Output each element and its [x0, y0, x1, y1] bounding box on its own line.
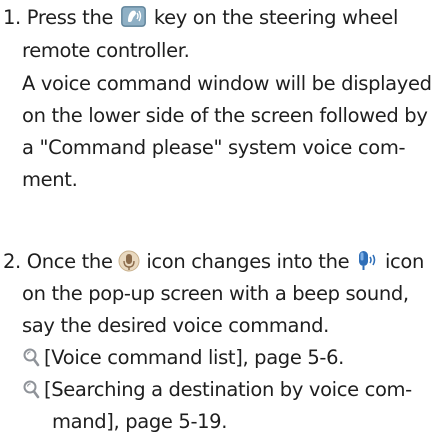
microphone-active-icon — [355, 249, 379, 273]
reference-magnifier-icon — [22, 379, 40, 399]
step-1-line-2: remote controller. — [22, 39, 190, 62]
reference-searching-destination-continuation: mand], page 5-19. — [52, 410, 228, 433]
step-2-first-line: 2. Once the icon changes into the icon — [3, 249, 424, 275]
reference-searching-destination[interactable]: [Searching a destination by voice com- — [22, 378, 412, 404]
reference-magnifier-icon — [22, 347, 40, 367]
step-2-line-2: on the pop-up screen with a beep sound, — [22, 282, 409, 305]
microphone-idle-icon — [118, 249, 140, 273]
step-2-text-a: Once the — [26, 250, 113, 273]
step-2-text-c: icon — [384, 250, 425, 273]
step-2-line-3: say the desired voice command. — [22, 314, 329, 337]
step-1-line-3: A voice command window will be displayed — [22, 72, 432, 95]
step-1-number: 1. — [3, 6, 21, 29]
step-2-text-b: icon changes into the — [146, 250, 350, 273]
step-1-line-6: ment. — [22, 168, 78, 191]
step-1-first-line: 1. Press the key on the steering wheel — [3, 6, 398, 32]
step-2-number: 2. — [3, 250, 21, 273]
voice-key-icon — [121, 6, 146, 27]
reference-voice-command-list[interactable]: [Voice command list], page 5-6. — [22, 346, 344, 372]
step-1-line-4: on the lower side of the screen followed… — [22, 104, 428, 127]
reference-voice-command-list-text: [Voice command list], page 5-6. — [44, 346, 344, 369]
step-1-text-before-key: Press the — [26, 6, 114, 29]
step-1-line-5: a "Command please" system voice com- — [22, 136, 406, 159]
reference-searching-destination-text: [Searching a destination by voice com- — [44, 378, 412, 401]
step-1-text-after-key: key on the steering wheel — [153, 6, 399, 29]
